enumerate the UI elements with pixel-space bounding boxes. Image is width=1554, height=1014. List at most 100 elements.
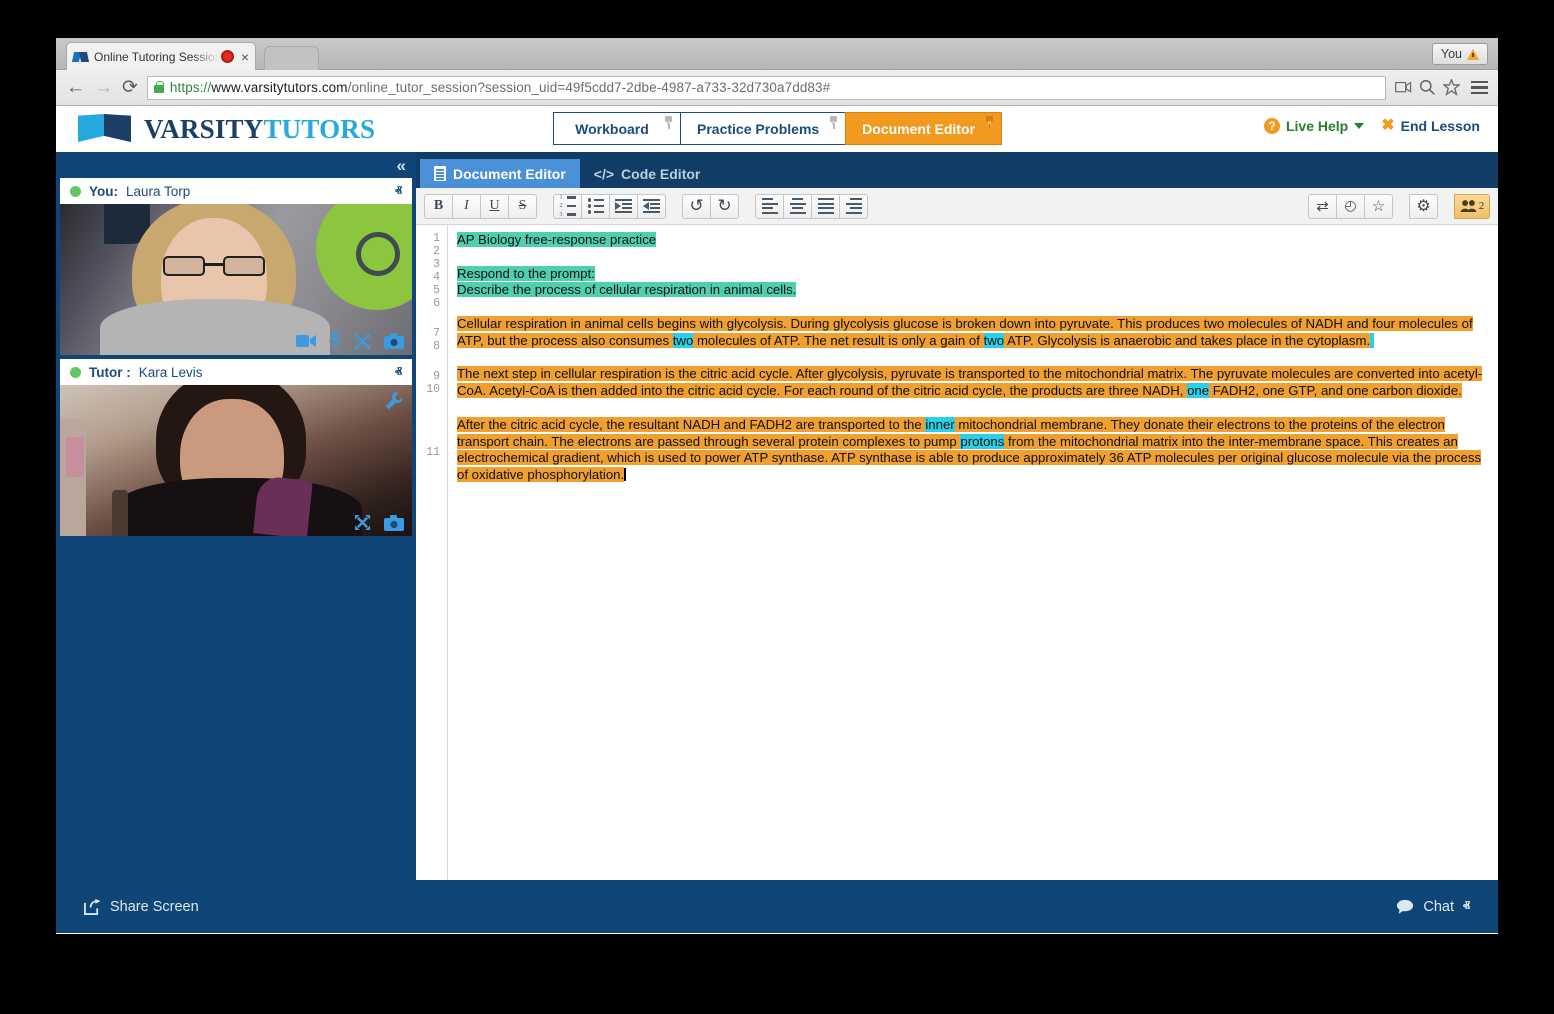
snapshot-camera-icon[interactable]: [384, 333, 404, 349]
wrench-settings-icon[interactable]: [384, 391, 404, 411]
alignment-group: [755, 193, 868, 219]
align-center-icon: [789, 197, 806, 215]
lock-icon: [153, 80, 164, 93]
video-feed-self[interactable]: [60, 204, 412, 355]
ordered-list-icon: 1 2 3: [560, 195, 576, 218]
forward-button[interactable]: →: [94, 78, 113, 97]
end-lesson-label: End Lesson: [1400, 118, 1480, 134]
video-camera-icon[interactable]: [296, 334, 316, 348]
unordered-list-icon: [587, 198, 604, 214]
participants-group: 2: [1454, 193, 1490, 219]
align-left-button[interactable]: [755, 193, 784, 219]
tab-practice-problems[interactable]: Practice Problems: [680, 112, 847, 145]
reload-button[interactable]: ⟳: [122, 78, 138, 97]
para2-part-b: FADH2, one GTP, and one carbon dioxide.: [1209, 383, 1462, 399]
indent-icon: [615, 199, 632, 214]
align-right-button[interactable]: [839, 193, 868, 219]
you-profile-badge[interactable]: You: [1431, 43, 1488, 65]
indent-button[interactable]: [609, 193, 638, 219]
video-panel-header[interactable]: Tutor : Kara Levis ⱏ: [60, 359, 412, 385]
video-panel-header[interactable]: You: Laura Torp ⱏ: [60, 178, 412, 204]
collapse-sidebar-button[interactable]: «: [397, 156, 406, 176]
sync-swap-button[interactable]: ⇄: [1308, 193, 1337, 219]
para1-part-c: ATP. Glycolysis is anaerobic and takes p…: [1004, 332, 1371, 348]
participants-button[interactable]: 2: [1454, 193, 1490, 219]
align-left-icon: [761, 197, 778, 215]
browser-menu-icon[interactable]: [1471, 80, 1488, 95]
chevron-down-icon: [1354, 123, 1365, 129]
live-help-button[interactable]: ? Live Help: [1263, 118, 1365, 134]
workspace-tabs: Workboard Practice Problems Document Edi…: [553, 112, 1002, 145]
screencast-icon[interactable]: [1395, 79, 1412, 96]
search-icon[interactable]: [1419, 79, 1436, 96]
chat-toggle-button[interactable]: Chat ⱏ: [1396, 898, 1470, 915]
chevron-up-icon[interactable]: ⱏ: [395, 183, 402, 200]
share-screen-label: Share Screen: [110, 898, 199, 915]
tab-close-icon[interactable]: ×: [241, 50, 249, 64]
participant-role: Tutor :: [89, 364, 131, 380]
doc-line-3: Respond to the prompt:: [457, 265, 1486, 283]
browser-tab[interactable]: Online Tutoring Session ×: [66, 42, 256, 70]
document-icon: [434, 166, 446, 181]
align-center-button[interactable]: [783, 193, 812, 219]
settings-gear-button[interactable]: ⚙: [1409, 193, 1438, 219]
video-panel-self: You: Laura Torp ⱏ: [60, 178, 412, 355]
chevron-up-icon[interactable]: ⱏ: [395, 364, 402, 381]
para1-highlight-1: two: [672, 332, 694, 348]
doc-paragraph-1: Cellular respiration in animal cells beg…: [457, 315, 1486, 350]
strikethrough-button[interactable]: S: [508, 193, 537, 219]
url-text: https://www.varsitytutors.com/online_tut…: [170, 80, 830, 95]
italic-button[interactable]: I: [452, 193, 481, 219]
ordered-list-button[interactable]: 1 2 3: [553, 193, 582, 219]
line-number: 11: [426, 445, 440, 459]
para1-highlight-2: two: [983, 332, 1005, 348]
document-text-editor[interactable]: AP Biology free-response practice Respon…: [448, 225, 1498, 880]
favorite-star-button[interactable]: ☆: [1364, 193, 1393, 219]
tab-document-editor-inner[interactable]: Document Editor: [420, 159, 580, 188]
brand-first: VARSITY: [144, 113, 264, 144]
share-screen-button[interactable]: Share Screen: [84, 898, 199, 915]
video-panel-tutor: Tutor : Kara Levis ⱏ: [60, 359, 412, 536]
text-style-group: B I U S: [424, 193, 537, 219]
question-mark-icon: ?: [1263, 118, 1280, 134]
fullscreen-icon[interactable]: [354, 333, 371, 350]
fullscreen-icon[interactable]: [354, 514, 371, 531]
microphone-icon[interactable]: [329, 332, 341, 350]
align-right-icon: [845, 197, 862, 215]
pin-icon[interactable]: [664, 116, 673, 129]
participant-name: Laura Torp: [126, 183, 191, 199]
participant-name: Kara Levis: [138, 364, 203, 380]
redo-button[interactable]: ↻: [710, 193, 739, 219]
doc-blank-line: [457, 299, 1486, 316]
history-clock-button[interactable]: ◴: [1336, 193, 1365, 219]
new-tab-button[interactable]: [264, 46, 319, 70]
pin-icon[interactable]: [985, 116, 994, 129]
workspace-body: « You: Laura Torp ⱏ Tutor: Kara Levis ⱏ…: [56, 152, 1498, 880]
tab-code-editor[interactable]: </> Code Editor: [580, 159, 715, 188]
underline-button[interactable]: U: [480, 193, 509, 219]
doc-prompt-text: Describe the process of cellular respira…: [457, 282, 797, 298]
video-feed-tutor[interactable]: [60, 385, 412, 536]
live-help-label: Live Help: [1285, 118, 1349, 134]
url-path: /online_tutor_session?session_uid=49f5cd…: [347, 80, 831, 95]
back-button[interactable]: ←: [66, 78, 85, 97]
undo-button[interactable]: ↺: [682, 193, 711, 219]
site-logo[interactable]: VARSITYTUTORS: [78, 114, 375, 145]
online-status-icon: [70, 366, 81, 378]
bold-button[interactable]: B: [424, 193, 453, 219]
editor-tabbar: Document Editor </> Code Editor: [416, 152, 1498, 188]
tab-workboard[interactable]: Workboard: [553, 112, 681, 145]
pin-icon[interactable]: [829, 116, 838, 129]
url-bar[interactable]: https://www.varsitytutors.com/online_tut…: [146, 75, 1386, 100]
tab-document-editor[interactable]: Document Editor: [845, 112, 1002, 145]
unordered-list-button[interactable]: [581, 193, 610, 219]
outdent-button[interactable]: [637, 193, 666, 219]
warning-icon: [1467, 48, 1479, 60]
url-host: www.varsitytutors.com: [211, 80, 348, 95]
code-brackets-icon: </>: [593, 165, 615, 182]
bookmark-star-icon[interactable]: [1443, 79, 1460, 96]
end-lesson-button[interactable]: ✖ End Lesson: [1381, 118, 1480, 135]
snapshot-camera-icon[interactable]: [384, 514, 404, 531]
align-justify-button[interactable]: [811, 193, 840, 219]
chevron-up-icon: ⱏ: [1463, 898, 1470, 914]
